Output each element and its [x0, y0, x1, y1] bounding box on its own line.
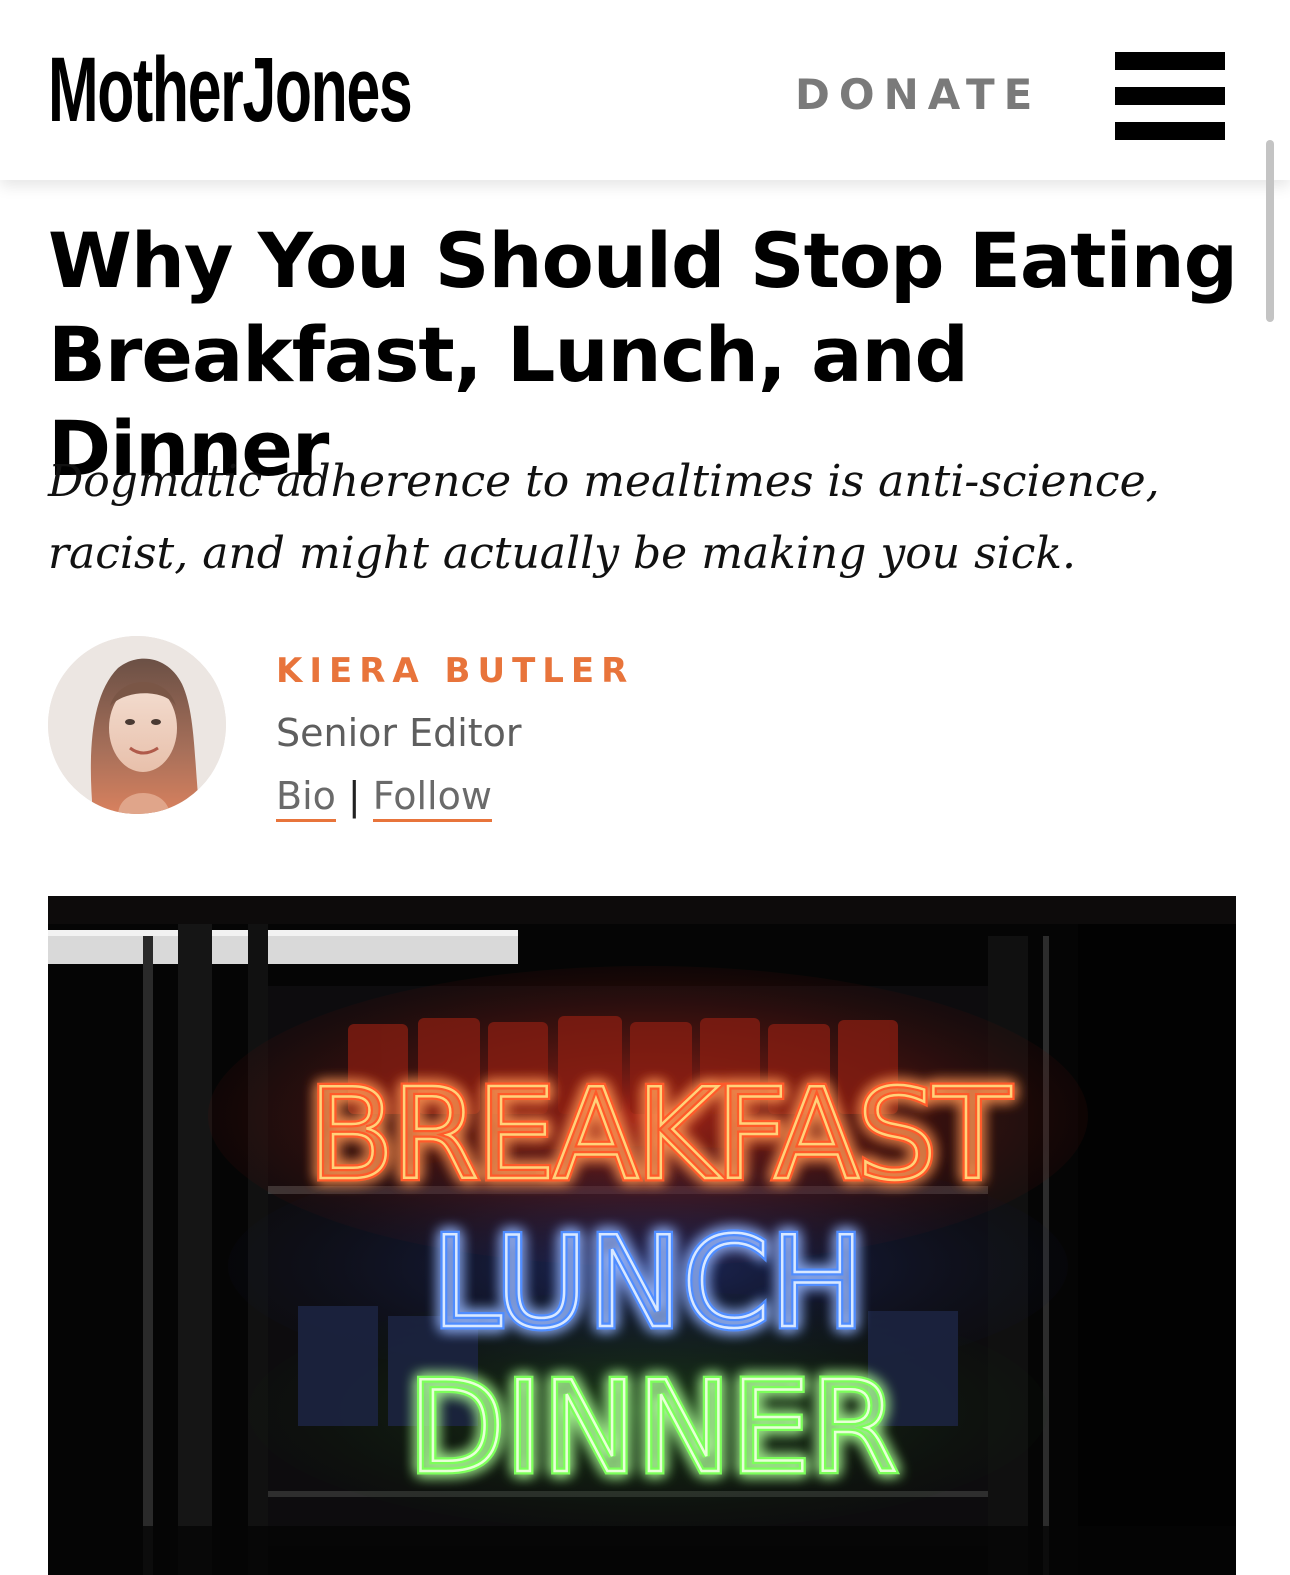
article-dek: Dogmatic adherence to mealtimes is anti-…	[48, 456, 1160, 579]
neon-sign-photo: BREAKFAST BREAKFAST LUNCH LUNCH DINNER D…	[48, 896, 1236, 1575]
author-title: Senior Editor	[276, 711, 522, 755]
scrollbar[interactable]	[1266, 140, 1274, 322]
menu-bar	[1115, 52, 1225, 70]
follow-link[interactable]: Follow	[372, 774, 492, 822]
site-logo[interactable]: MotherJones	[48, 40, 413, 140]
neon-breakfast-core: BREAKFAST	[308, 1061, 1012, 1208]
site-header: MotherJones DONATE	[0, 0, 1290, 180]
author-name-link[interactable]: KIERA BUTLER	[276, 648, 634, 694]
author-photo	[48, 636, 226, 814]
author-avatar[interactable]	[48, 636, 226, 814]
donate-link[interactable]: DONATE	[795, 68, 1041, 122]
bio-link[interactable]: Bio	[276, 774, 336, 822]
menu-bar	[1115, 122, 1225, 140]
hero-image: BREAKFAST BREAKFAST LUNCH LUNCH DINNER D…	[48, 896, 1236, 1575]
hamburger-menu-icon[interactable]	[1115, 52, 1225, 142]
neon-lunch-core: LUNCH	[431, 1209, 864, 1356]
author-links: Bio | Follow	[276, 770, 492, 822]
link-separator: |	[347, 774, 361, 818]
menu-bar	[1115, 87, 1225, 105]
neon-dinner-core: DINNER	[408, 1354, 898, 1501]
